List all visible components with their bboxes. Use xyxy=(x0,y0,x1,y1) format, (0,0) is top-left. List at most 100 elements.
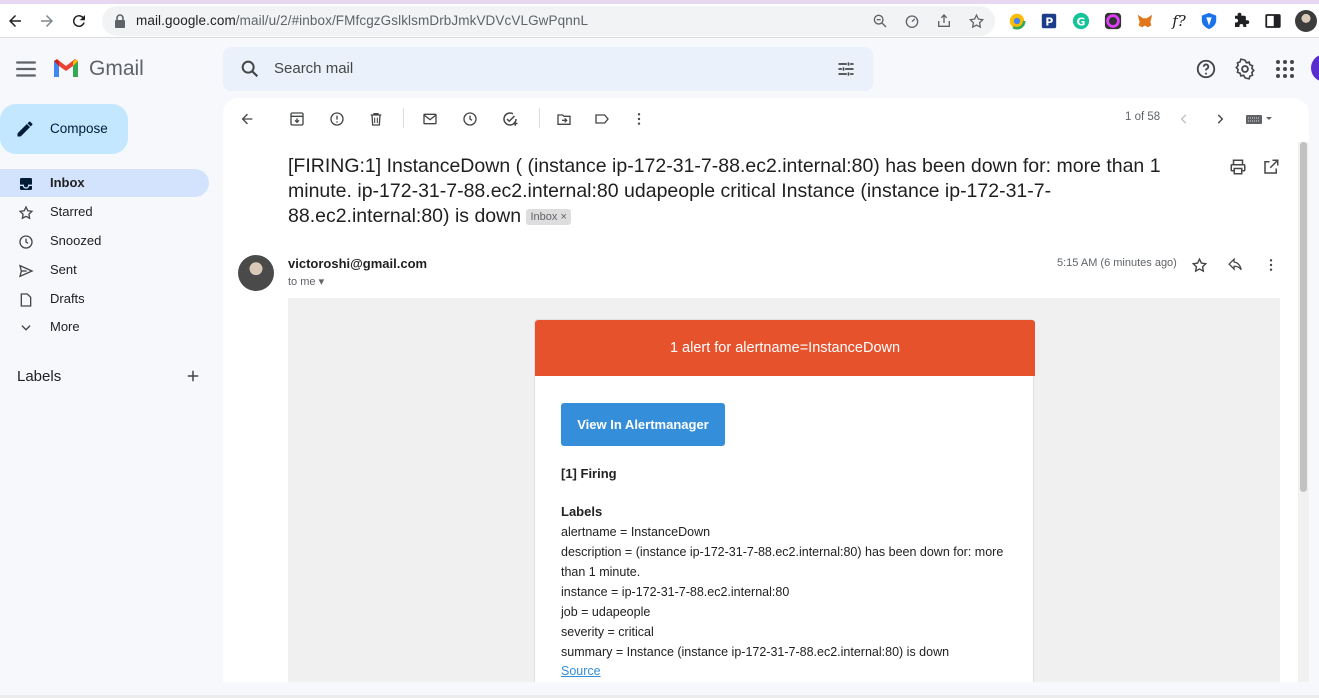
print-icon[interactable] xyxy=(1229,158,1247,176)
gmail-logo-icon[interactable] xyxy=(52,57,80,84)
extension-formula-icon[interactable]: f? xyxy=(1167,11,1191,31)
alert-header: 1 alert for alertname=InstanceDown xyxy=(535,320,1035,376)
bookmark-star-icon[interactable] xyxy=(967,12,985,30)
share-icon[interactable] xyxy=(935,12,953,30)
message-more-vertical-icon[interactable] xyxy=(1261,255,1281,275)
sidebar-item-label: Starred xyxy=(50,204,93,219)
sidebar-item-snoozed[interactable]: Snoozed xyxy=(0,227,209,255)
source-link[interactable]: Source xyxy=(561,664,601,678)
label-line: than 1 minute. xyxy=(561,565,641,579)
caret-down-icon: ▾ xyxy=(318,276,325,288)
toolbar-divider xyxy=(403,108,404,128)
label-line: alertname = InstanceDown xyxy=(561,525,711,539)
sender-email[interactable]: victoroshi@gmail.com xyxy=(288,256,427,271)
extension-metamask-icon[interactable] xyxy=(1135,11,1155,31)
address-bar[interactable]: mail.google.com/mail/u/2/#inbox/FMfcgzGs… xyxy=(102,6,995,36)
sender-avatar[interactable] xyxy=(238,255,274,291)
bottom-strip xyxy=(0,682,1319,698)
message-timestamp: 5:15 AM (6 minutes ago) xyxy=(1057,257,1177,269)
back-to-inbox-icon[interactable] xyxy=(237,109,257,129)
extensions-puzzle-icon[interactable] xyxy=(1231,11,1251,31)
url-text: mail.google.com/mail/u/2/#inbox/FMfcgzGs… xyxy=(136,13,588,28)
back-arrow-icon[interactable] xyxy=(3,9,27,33)
url-path: /mail/u/2/#inbox/FMfcgzGslklsmDrbJmkVDVc… xyxy=(235,13,589,28)
more-vertical-icon[interactable] xyxy=(629,109,649,129)
recipient-label: to me xyxy=(288,276,316,288)
sidebar-item-label: Sent xyxy=(50,262,77,277)
reply-icon[interactable] xyxy=(1225,255,1245,275)
search-input[interactable]: Search mail xyxy=(274,60,353,77)
menu-icon[interactable] xyxy=(13,56,39,82)
delete-icon[interactable] xyxy=(366,109,386,129)
label-line: summary = Instance (instance ip-172-31-7… xyxy=(561,645,950,659)
add-label-icon[interactable] xyxy=(184,367,202,390)
archive-icon[interactable] xyxy=(287,109,307,129)
sidebar-item-label: Inbox xyxy=(50,175,85,190)
svg-text:G: G xyxy=(1077,16,1086,29)
label-icon[interactable] xyxy=(592,109,612,129)
compose-label: Compose xyxy=(50,121,108,136)
sidebar-item-drafts[interactable]: Drafts xyxy=(0,285,209,313)
older-chevron-right-icon[interactable] xyxy=(1210,109,1230,129)
input-tools-keyboard-icon[interactable] xyxy=(1244,109,1276,129)
sidepanel-icon[interactable] xyxy=(1263,11,1283,31)
zoom-icon[interactable] xyxy=(871,12,889,30)
extension-grammarly-icon[interactable]: G xyxy=(1071,11,1091,31)
firing-count: [1] Firing xyxy=(561,466,617,481)
speedometer-icon[interactable] xyxy=(903,12,921,30)
inbox-chip-label: Inbox xyxy=(530,211,558,223)
search-icon[interactable] xyxy=(239,58,261,85)
apps-grid-icon[interactable] xyxy=(1273,57,1297,81)
inbox-label-chip[interactable]: Inbox × xyxy=(526,209,571,225)
compose-button[interactable]: Compose xyxy=(0,104,128,154)
sidebar-item-inbox[interactable]: Inbox xyxy=(0,169,209,197)
gmail-wordmark[interactable]: Gmail xyxy=(89,57,144,81)
mark-unread-icon[interactable] xyxy=(420,109,440,129)
newer-chevron-left-icon[interactable] xyxy=(1174,109,1194,129)
message-view: 1 of 58 [FIRING:1] InstanceDown ( (insta… xyxy=(223,98,1309,682)
sidebar-item-sent[interactable]: Sent xyxy=(0,256,209,284)
snooze-icon[interactable] xyxy=(460,109,480,129)
search-options-icon[interactable] xyxy=(836,59,856,84)
sidebar-item-more[interactable]: More xyxy=(0,313,209,341)
alert-card: 1 alert for alertname=InstanceDown View … xyxy=(534,319,1035,682)
extension-p-icon[interactable]: P xyxy=(1039,11,1059,31)
sidebar-item-label: Snoozed xyxy=(50,233,102,248)
reload-icon[interactable] xyxy=(67,9,91,33)
send-icon xyxy=(17,262,35,280)
email-body: 1 alert for alertname=InstanceDown View … xyxy=(288,298,1280,682)
chevron-down-icon xyxy=(17,319,35,337)
sidebar-item-starred[interactable]: Starred xyxy=(0,198,209,226)
message-scrollbar[interactable] xyxy=(1298,142,1309,682)
star-message-icon[interactable] xyxy=(1189,255,1209,275)
scrollbar-thumb[interactable] xyxy=(1300,142,1307,492)
add-to-tasks-icon[interactable] xyxy=(500,109,520,129)
search-bar[interactable]: Search mail xyxy=(223,47,873,91)
settings-gear-icon[interactable] xyxy=(1233,57,1257,81)
account-avatar[interactable] xyxy=(1311,54,1319,82)
browser-profile-avatar[interactable] xyxy=(1295,10,1317,32)
inbox-icon xyxy=(17,175,35,193)
open-new-window-icon[interactable] xyxy=(1262,158,1280,176)
label-line: severity = critical xyxy=(561,625,654,639)
help-icon[interactable] xyxy=(1194,57,1218,81)
move-to-icon[interactable] xyxy=(554,109,574,129)
view-in-alertmanager-button[interactable]: View In Alertmanager xyxy=(561,403,725,446)
report-spam-icon[interactable] xyxy=(327,109,347,129)
labels-heading: Labels xyxy=(17,368,62,385)
star-icon xyxy=(17,204,35,222)
extension-shield-icon[interactable] xyxy=(1199,11,1219,31)
toolbar-divider xyxy=(539,108,540,128)
sidebar-item-label: More xyxy=(50,319,80,334)
subject-text: [FIRING:1] InstanceDown ( (instance ip-1… xyxy=(288,155,1161,227)
label-line: description = (instance ip-172-31-7-88.e… xyxy=(561,545,1004,559)
forward-arrow-icon[interactable] xyxy=(35,9,59,33)
svg-text:P: P xyxy=(1045,16,1053,29)
sidebar-item-label: Drafts xyxy=(50,291,85,306)
message-subject: [FIRING:1] InstanceDown ( (instance ip-1… xyxy=(288,154,1188,229)
extension-color-icon[interactable] xyxy=(1103,11,1123,31)
recipient-toggle[interactable]: to me ▾ xyxy=(288,275,324,288)
extension-chrome-circle-icon[interactable] xyxy=(1007,11,1027,31)
lock-icon xyxy=(114,14,126,33)
pencil-icon xyxy=(15,119,35,144)
